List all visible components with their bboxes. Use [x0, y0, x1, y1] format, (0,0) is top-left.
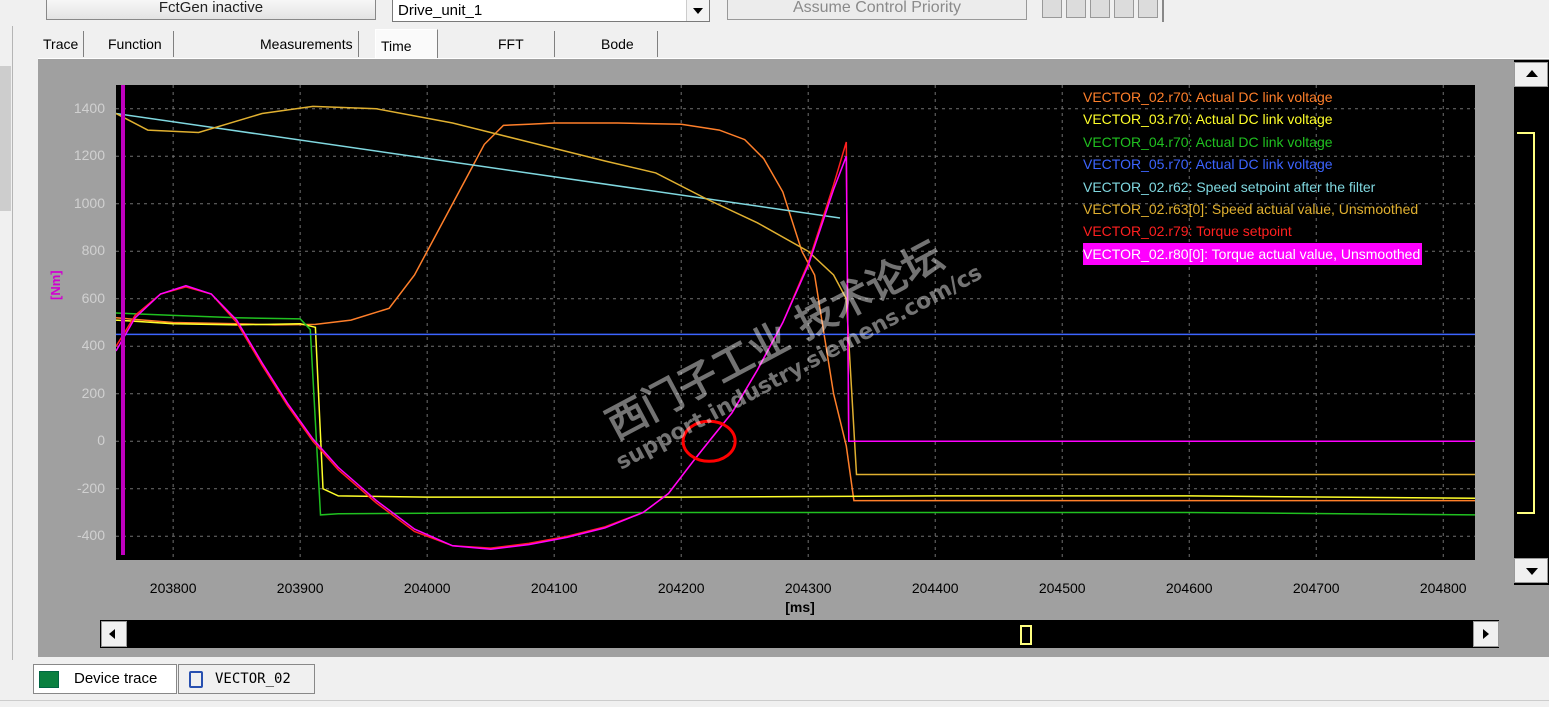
- y-tick-label: 1200: [73, 147, 105, 164]
- toolbar-divider: [1162, 0, 1164, 22]
- tab-trace[interactable]: Trace: [38, 31, 85, 57]
- triangle-left-icon: [109, 629, 115, 639]
- tab-measurements[interactable]: Measurements: [255, 31, 359, 57]
- y-tick-label: 200: [81, 384, 105, 401]
- legend-entry[interactable]: VECTOR_02.r62: Speed setpoint after the …: [1083, 176, 1422, 198]
- fctgen-status-button[interactable]: FctGen inactive: [46, 0, 376, 20]
- scroll-up-button[interactable]: [1514, 62, 1548, 87]
- scroll-left-button[interactable]: [101, 621, 127, 647]
- x-axis-unit: [ms]: [785, 599, 815, 615]
- legend-entry[interactable]: VECTOR_02.r63[0]: Speed actual value, Un…: [1083, 198, 1422, 220]
- drive-icon: [189, 671, 203, 688]
- stop-record-icon[interactable]: [1138, 0, 1158, 18]
- legend-entry[interactable]: VECTOR_02.r70: Actual DC link voltage: [1083, 86, 1422, 108]
- y-axis-line: [121, 85, 125, 555]
- watermark-url: support.industry.siemens.com/cs: [612, 260, 986, 475]
- watermark-text: 西门子工业 技术论坛: [599, 233, 951, 449]
- scroll-right-button[interactable]: [1473, 621, 1499, 647]
- tab-device-trace[interactable]: Device trace: [33, 664, 177, 694]
- tab-function-generator[interactable]: Function generator: [103, 31, 174, 78]
- tab-time-diagram[interactable]: Time diagram: [375, 29, 438, 86]
- y-tick-label: -200: [76, 479, 105, 496]
- stop-icon[interactable]: [1042, 0, 1062, 18]
- y-tick-label: 400: [81, 337, 105, 354]
- pause-icon[interactable]: [1066, 0, 1086, 18]
- horizontal-scrollbar[interactable]: [100, 620, 1499, 648]
- y-tick-label: 0: [97, 432, 105, 449]
- triangle-up-icon: [1526, 70, 1538, 77]
- y-tick-label: 600: [81, 289, 105, 306]
- y-tick-label: 800: [81, 242, 105, 259]
- x-tick-label: 204500: [1038, 580, 1086, 596]
- x-tick-label: 204700: [1292, 580, 1340, 596]
- scroll-position-marker[interactable]: [1020, 625, 1032, 645]
- tab-fft-diagram[interactable]: FFT diagram: [493, 31, 555, 78]
- chart-legend: VECTOR_02.r70: Actual DC link voltage VEC…: [1083, 86, 1423, 266]
- tab-device-trace-label: Device trace: [74, 670, 158, 687]
- chevron-down-icon[interactable]: [686, 0, 709, 21]
- x-tick-label: 203800: [149, 580, 197, 596]
- x-tick-label: 204300: [784, 580, 832, 596]
- x-tick-label: 204000: [403, 580, 451, 596]
- drive-select-value: Drive_unit_1: [398, 2, 483, 19]
- triangle-right-icon: [1483, 629, 1489, 639]
- x-tick-label: 203900: [276, 580, 324, 596]
- legend-entry[interactable]: VECTOR_02.r79: Torque setpoint: [1083, 220, 1422, 242]
- y-tick-label: -400: [76, 527, 105, 544]
- legend-entry[interactable]: VECTOR_02.r80[0]: Torque actual value, U…: [1083, 242, 1423, 266]
- x-tick-label: 204600: [1165, 580, 1213, 596]
- tab-vector-02[interactable]: VECTOR_02: [178, 664, 315, 694]
- scroll-down-button[interactable]: [1514, 558, 1548, 583]
- x-tick-label: 204100: [530, 580, 578, 596]
- play-icon[interactable]: [1090, 0, 1110, 18]
- x-tick-label: 204400: [911, 580, 959, 596]
- scroll-thumb[interactable]: [0, 66, 11, 211]
- y-tick-label: 1000: [73, 194, 105, 211]
- tab-vector-02-label: VECTOR_02: [215, 671, 291, 687]
- triangle-down-icon: [1526, 568, 1538, 575]
- tab-bode-diagram[interactable]: Bode diagram: [596, 31, 658, 78]
- left-panel-scrollbar[interactable]: [0, 26, 13, 706]
- x-tick-label: 204800: [1419, 580, 1467, 596]
- trace-icon: [39, 671, 59, 688]
- vertical-scrollbar[interactable]: [1514, 60, 1549, 585]
- scroll-range-indicator[interactable]: [1517, 132, 1535, 514]
- assume-control-button[interactable]: Assume Control Priority: [727, 0, 1027, 20]
- y-tick-label: 1400: [73, 99, 105, 116]
- legend-entry[interactable]: VECTOR_03.r70: Actual DC link voltage: [1083, 108, 1422, 130]
- record-icon[interactable]: [1114, 0, 1134, 18]
- legend-entry[interactable]: VECTOR_04.r70: Actual DC link voltage: [1083, 131, 1422, 153]
- legend-entry[interactable]: VECTOR_05.r70: Actual DC link voltage: [1083, 153, 1422, 175]
- x-tick-label: 204200: [657, 580, 705, 596]
- drive-select[interactable]: Drive_unit_1: [392, 0, 710, 22]
